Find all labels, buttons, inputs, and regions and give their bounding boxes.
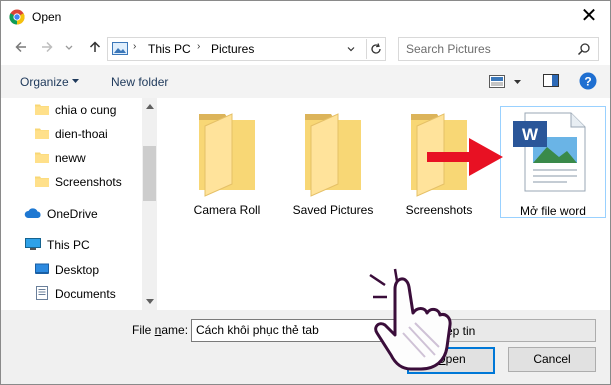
folder-icon xyxy=(35,104,49,115)
help-button[interactable]: ? xyxy=(579,72,597,90)
file-name: Saved Pictures xyxy=(292,203,374,217)
window-title: Open xyxy=(32,10,62,24)
forward-button[interactable] xyxy=(38,38,56,56)
chevron-down-icon[interactable] xyxy=(346,44,356,54)
chevron-down-icon xyxy=(65,45,73,50)
arrow-right-icon xyxy=(42,41,53,53)
scroll-thumb[interactable] xyxy=(143,146,156,201)
sidebar-item-documents[interactable]: Documents xyxy=(1,283,142,305)
navigation-pane: chia o cung dien-thoai neww Screenshots … xyxy=(1,98,142,310)
sidebar-item-onedrive[interactable]: OneDrive xyxy=(1,203,142,225)
chevron-up-icon xyxy=(145,104,154,109)
pictures-library-icon xyxy=(112,42,128,55)
file-name: Mở file word xyxy=(520,204,586,218)
folder-icon xyxy=(35,128,49,139)
file-item-camera-roll[interactable]: Camera Roll xyxy=(177,106,277,218)
sidebar-item-label: Screenshots xyxy=(55,175,122,189)
sidebar-item-dien-thoai[interactable]: dien-thoai xyxy=(1,123,142,145)
folder-icon xyxy=(35,152,49,163)
preview-pane-button[interactable] xyxy=(543,74,559,90)
open-dialog: Open ✕ › This PC › Pictures Search Pictu… xyxy=(0,0,611,385)
scroll-up-button[interactable] xyxy=(142,98,157,113)
chrome-icon xyxy=(9,9,25,25)
chevron-down-icon xyxy=(72,79,79,83)
command-bar: Organize New folder ? xyxy=(1,65,610,98)
desktop-icon xyxy=(35,263,49,274)
word-document-icon: W xyxy=(513,112,586,192)
sidebar-item-label: chia o cung xyxy=(55,103,117,117)
refresh-icon xyxy=(371,43,381,54)
chevron-down-icon xyxy=(514,80,521,84)
sidebar-item-label: neww xyxy=(55,151,86,165)
refresh-button[interactable] xyxy=(366,39,385,59)
svg-text:?: ? xyxy=(584,75,591,89)
file-name: Screenshots xyxy=(405,203,473,217)
scroll-down-button[interactable] xyxy=(142,295,157,310)
arrow-up-icon xyxy=(89,41,101,52)
search-icon xyxy=(577,43,590,56)
view-icon xyxy=(489,75,505,88)
arrow-left-icon xyxy=(15,41,26,53)
folder-icon xyxy=(35,176,49,187)
sidebar-item-label: Documents xyxy=(55,287,116,301)
file-name: Camera Roll xyxy=(193,203,261,217)
pointing-hand-icon xyxy=(369,268,452,371)
recent-locations-button[interactable] xyxy=(62,38,76,56)
cloud-icon xyxy=(24,208,41,218)
sidebar-item-this-pc[interactable]: This PC xyxy=(1,234,142,256)
computer-icon xyxy=(25,238,41,250)
breadcrumb-pictures[interactable]: Pictures xyxy=(211,42,254,56)
address-bar[interactable]: › This PC › Pictures xyxy=(107,37,386,61)
back-button[interactable] xyxy=(12,38,30,56)
folder-icon xyxy=(199,113,255,197)
title-bar: Open ✕ xyxy=(1,1,610,32)
folder-icon xyxy=(305,113,361,197)
sidebar-item-label: This PC xyxy=(47,238,90,252)
navigation-bar: › This PC › Pictures Search Pictures xyxy=(1,32,610,65)
chevron-down-icon xyxy=(145,299,154,304)
breadcrumb-this-pc[interactable]: This PC xyxy=(148,42,191,56)
file-item-word-document[interactable]: W Mở file word xyxy=(500,106,606,218)
change-view-button[interactable] xyxy=(489,74,521,90)
breadcrumb-separator: › xyxy=(197,41,201,52)
sidebar-item-screenshots[interactable]: Screenshots xyxy=(1,171,142,193)
file-type-select[interactable]: ệp tin xyxy=(441,319,596,342)
up-button[interactable] xyxy=(86,38,104,56)
cancel-button[interactable]: Cancel xyxy=(508,347,596,372)
breadcrumb-separator: › xyxy=(133,41,137,52)
sidebar-item-desktop[interactable]: Desktop xyxy=(1,259,142,281)
search-input[interactable]: Search Pictures xyxy=(406,42,491,56)
footer-panel: File name: ệp tin Open Cancel xyxy=(1,310,610,384)
file-name-label: File name: xyxy=(132,323,189,337)
sidebar-scrollbar[interactable] xyxy=(142,98,157,310)
red-arrow-annotation xyxy=(427,138,503,176)
sidebar-item-label: Desktop xyxy=(55,263,100,277)
preview-pane-icon xyxy=(543,74,559,87)
help-icon: ? xyxy=(579,72,597,90)
search-box[interactable]: Search Pictures xyxy=(398,37,599,61)
close-icon: ✕ xyxy=(580,5,598,27)
documents-icon xyxy=(36,286,48,300)
close-button[interactable]: ✕ xyxy=(572,1,606,31)
organize-button[interactable]: Organize xyxy=(20,75,69,89)
sidebar-item-neww[interactable]: neww xyxy=(1,147,142,169)
new-folder-button[interactable]: New folder xyxy=(111,75,168,89)
file-item-saved-pictures[interactable]: Saved Pictures xyxy=(283,106,383,218)
sidebar-item-chia-o-cung[interactable]: chia o cung xyxy=(1,99,142,121)
sidebar-item-label: OneDrive xyxy=(47,207,98,221)
svg-text:W: W xyxy=(522,125,539,144)
sidebar-item-label: dien-thoai xyxy=(55,127,108,141)
